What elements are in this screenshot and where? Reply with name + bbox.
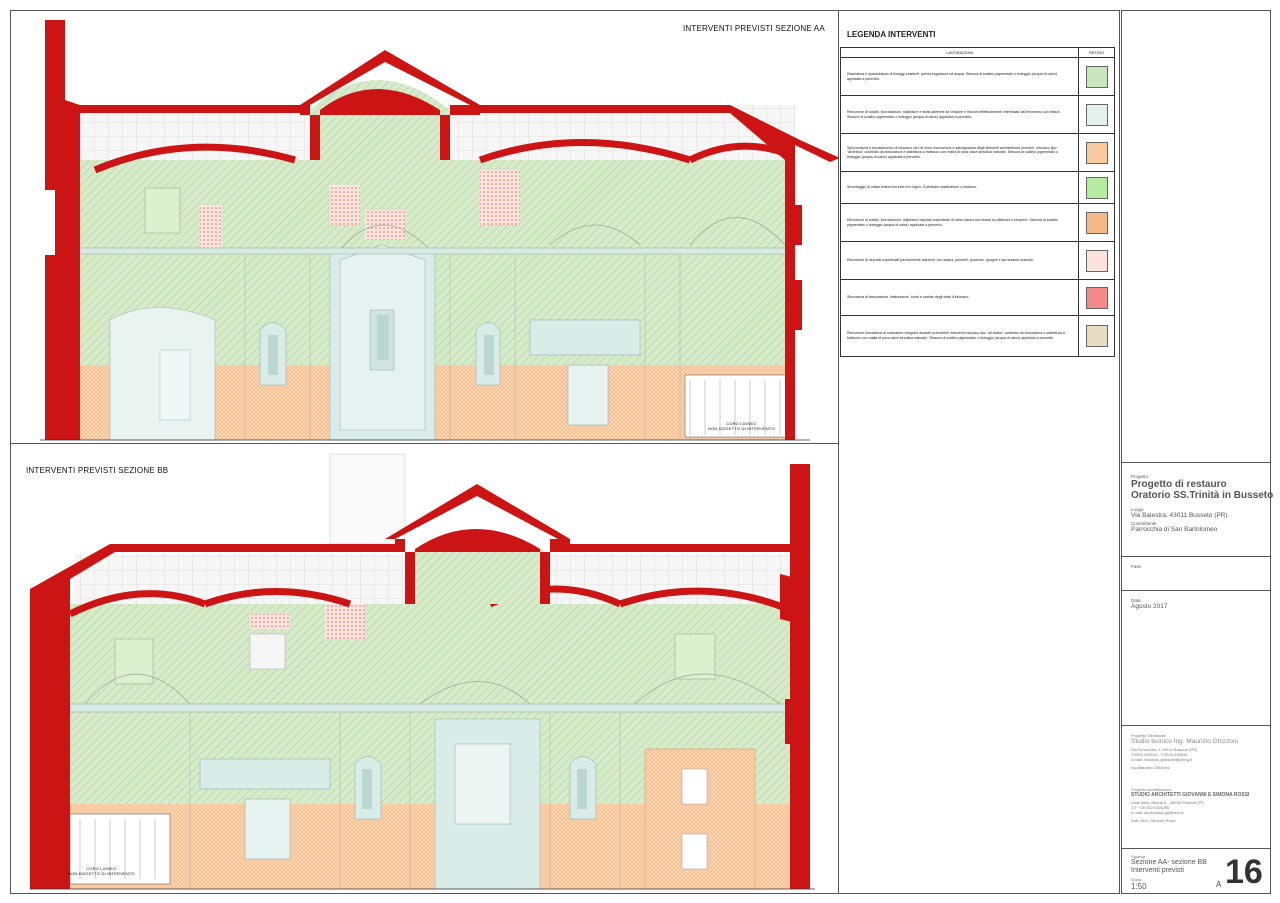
tb-luogo: Via Balestra, 43011 Busseto (PR) (1131, 512, 1228, 519)
tb-separator (1121, 725, 1271, 726)
tb-progetto-line2: Oratorio SS.Trinità in Busseto (1131, 490, 1274, 501)
legend: LEGENDA INTERVENTI LAVORAZIONI RETINO Ra… (840, 30, 1118, 357)
bb-coro-note-line2: NON OGGETTO DI INTERVENTO (68, 871, 135, 876)
tb-strutturale-addr3: e-mail: maurizio.ghizzoni@pleng.it (1131, 757, 1192, 762)
legend-table: LAVORAZIONI RETINO Rasciatura e spazzola… (840, 47, 1115, 357)
tb-separator (1121, 556, 1271, 557)
legend-col-retino: RETINO (1089, 50, 1105, 55)
tb-oggetto-line2: Interventi previsti (1131, 867, 1184, 874)
tb-progetto: Progetto Progetto di restauro Oratorio S… (1131, 474, 1273, 533)
tb-progetto-line1: Progetto di restauro (1131, 479, 1227, 490)
legend-row: Rimozione meccanica di stuccature esegui… (841, 316, 1114, 356)
tb-oggetto-line1: Sezione AA- sezione BB (1131, 859, 1207, 866)
aa-coro-note: CORO LIGNEO NON OGGETTO DI INTERVENTO (708, 421, 775, 431)
legend-row-text: Stuccatura di fessurazioni, fratturazion… (841, 280, 1080, 315)
tb-data-value: Agosto 2017 (1131, 603, 1168, 610)
tb-arch-name: STUDIO ARCHITETTI GIOVANNI E SIMONA ROSS… (1131, 792, 1250, 798)
legend-swatch (1085, 176, 1108, 199)
legend-swatch (1085, 103, 1108, 126)
legend-swatch (1085, 286, 1108, 309)
legend-swatch (1085, 65, 1108, 88)
bb-coro-note: CORO LIGNEO NON OGGETTO DI INTERVENTO (68, 866, 135, 876)
tb-separator (1121, 848, 1271, 849)
legend-row: Rasciatura e spazzolatura di tinteggi es… (841, 58, 1114, 96)
legend-row-text: Smontaggio di infissi esterni ed interni… (841, 172, 1080, 203)
tb-arch-sign: Dott. Arch. Simona Rossi (1131, 818, 1176, 823)
legend-row-text: Rimozione di depositi superficiali parzi… (841, 242, 1080, 279)
legend-swatch (1085, 249, 1108, 272)
aa-coro-note-line2: NON OGGETTO DI INTERVENTO (708, 426, 775, 431)
tb-separator (1121, 462, 1271, 463)
legend-col-work: LAVORAZIONI (841, 48, 1080, 57)
tb-strutturale-sign: Ing.Maurizio Ghizzoni (1131, 765, 1170, 770)
legend-row: Spicconatura e scrostamento di intonaco … (841, 134, 1114, 172)
tb-committente: Parrocchia di San Bartolomeo (1131, 526, 1218, 533)
legend-row-text: Spicconatura e scrostamento di intonaco … (841, 134, 1080, 171)
tb-scala: 1:50 (1131, 882, 1147, 891)
tb-fase-label: Fase (1131, 564, 1142, 569)
section-aa-drawing (40, 20, 838, 441)
tb-formato: A (1216, 880, 1222, 889)
tb-separator (1121, 590, 1271, 591)
legend-title: LEGENDA INTERVENTI (847, 30, 936, 39)
section-bb-drawing (30, 453, 815, 890)
tb-data: Data Agosto 2017 (1131, 598, 1168, 610)
legend-header: LAVORAZIONI RETINO (841, 48, 1114, 58)
legend-row-text: Rimozione meccanica di stuccature esegui… (841, 316, 1080, 356)
legend-row: Rimozione di scialbi, incrostazioni, rid… (841, 204, 1114, 242)
tb-tavola-number: 16 (1225, 853, 1263, 891)
legend-swatch (1085, 325, 1108, 347)
tb-fase: Fase (1131, 564, 1141, 569)
tb-arch-addr3: e-mail: studiorossi.g@libero.it (1131, 810, 1184, 815)
legend-row: Rimozione di scialbi, incrostazioni, rid… (841, 96, 1114, 134)
sheet-divider-vertical (838, 10, 839, 894)
legend-row: Smontaggio di infissi esterni ed interni… (841, 172, 1114, 204)
legend-swatch (1085, 211, 1108, 234)
legend-row: Rimozione di depositi superficiali parzi… (841, 242, 1114, 280)
legend-row: Stuccatura di fessurazioni, fratturazion… (841, 280, 1114, 316)
legend-row-text: Rasciatura e spazzolatura di tinteggi es… (841, 58, 1080, 95)
tb-strutturale: Progetto Strutturale Studio tecnico Ing.… (1131, 733, 1238, 770)
legend-row-text: Rimozione di scialbi, incrostazioni, rid… (841, 204, 1080, 241)
tb-architettonico: Progetto architettonico STUDIO ARCHITETT… (1131, 787, 1249, 823)
tb-strutturale-name: Studio tecnico Ing. Maurizio Ghizzoni (1131, 738, 1238, 745)
legend-swatch (1085, 141, 1108, 164)
tb-oggetto: Oggetto Sezione AA- sezione BB Intervent… (1131, 854, 1207, 891)
legend-row-text: Rimozione di scialbi, incrostazioni, rid… (841, 96, 1080, 133)
